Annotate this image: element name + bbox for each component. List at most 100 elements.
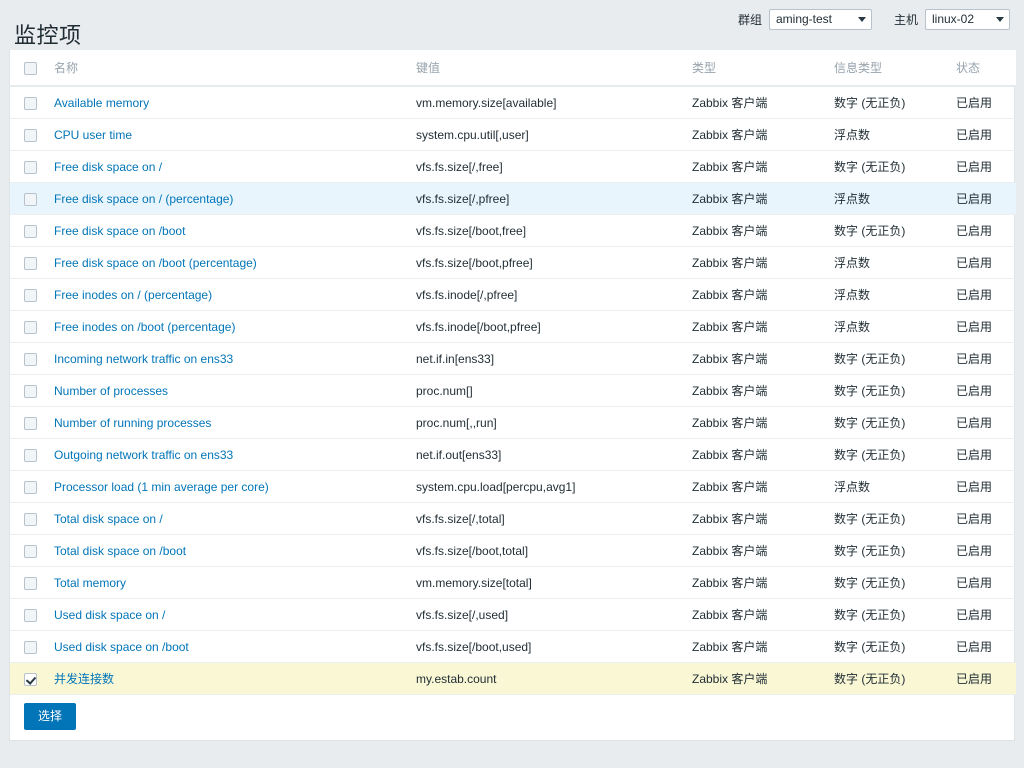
items-table-body: Available memory vm.memory.size[available… (10, 86, 1016, 695)
row-checkbox[interactable] (24, 224, 37, 238)
chevron-down-icon (857, 17, 866, 22)
row-select-cell (10, 310, 54, 343)
item-name-link[interactable]: Number of processes (54, 384, 168, 398)
item-name-link[interactable]: Free inodes on / (percentage) (54, 288, 212, 302)
item-name-link[interactable]: Outgoing network traffic on ens33 (54, 448, 233, 462)
item-type-cell: Zabbix 客户端 (692, 118, 834, 151)
table-row[interactable]: Free disk space on /boot (percentage) vfs… (10, 246, 1016, 279)
table-header-row: 名称 键值 类型 信息类型 状态 (10, 50, 1016, 87)
table-row[interactable]: Free inodes on /boot (percentage) vfs.fs.… (10, 310, 1016, 343)
item-name-link[interactable]: 并发连接数 (54, 672, 114, 686)
table-row[interactable]: Number of processes proc.num[] Zabbix 客户端数… (10, 374, 1016, 407)
item-name-cell: Number of processes (54, 374, 416, 407)
item-name-cell: Total memory (54, 566, 416, 599)
item-name-link[interactable]: Used disk space on / (54, 608, 165, 622)
table-row[interactable]: 并发连接数 my.estab.count Zabbix 客户端 数字 (无正负) 已启用 (10, 662, 1016, 695)
item-type-cell: Zabbix 客户端 (692, 662, 834, 695)
item-key-cell: vm.memory.size[available] (416, 86, 692, 119)
group-select[interactable]: aming-test (768, 9, 872, 30)
table-row[interactable]: Number of running processes proc.num[,,ru… (10, 406, 1016, 439)
item-name-link[interactable]: Free disk space on /boot (54, 224, 185, 238)
row-select-cell (10, 502, 54, 535)
item-status-cell: 已启用 (956, 598, 1016, 631)
item-type-cell: Zabbix 客户端 (692, 246, 834, 279)
select-all-checkbox[interactable] (24, 61, 37, 75)
table-row[interactable]: Used disk space on / vfs.fs.size[/,used] Z… (10, 598, 1016, 631)
row-checkbox[interactable] (24, 96, 37, 110)
row-select-cell (10, 150, 54, 183)
row-checkbox[interactable] (24, 160, 37, 174)
item-name-link[interactable]: Free inodes on /boot (percentage) (54, 320, 235, 334)
row-checkbox[interactable] (24, 320, 37, 334)
item-name-link[interactable]: Free disk space on / (percentage) (54, 192, 233, 206)
item-name-link[interactable]: CPU user time (54, 128, 132, 142)
table-row[interactable]: Total disk space on /boot vfs.fs.size[/bo… (10, 534, 1016, 567)
item-name-link[interactable]: Number of running processes (54, 416, 211, 430)
item-name-link[interactable]: Total disk space on / (54, 512, 163, 526)
table-row[interactable]: CPU user time system.cpu.util[,user] Zabbi… (10, 118, 1016, 151)
select-all-header (10, 50, 54, 87)
table-row[interactable]: Used disk space on /boot vfs.fs.size[/boo… (10, 630, 1016, 663)
row-select-cell (10, 214, 54, 247)
item-name-cell: Free disk space on /boot (54, 214, 416, 247)
item-key-cell: vfs.fs.size[/,free] (416, 150, 692, 183)
item-type-cell: Zabbix 客户端 (692, 214, 834, 247)
item-name-link[interactable]: Available memory (54, 96, 149, 110)
item-status-cell: 已启用 (956, 374, 1016, 407)
item-key-cell: system.cpu.load[percpu,avg1] (416, 470, 692, 503)
row-select-cell (10, 86, 54, 119)
table-row[interactable]: Free disk space on / (percentage) vfs.fs.… (10, 182, 1016, 215)
item-name-link[interactable]: Processor load (1 min average per core) (54, 480, 269, 494)
host-select[interactable]: linux-02 (925, 9, 1010, 30)
column-header-name[interactable]: 名称 (54, 50, 416, 87)
table-row[interactable]: Free disk space on / vfs.fs.size[/,free] Z… (10, 150, 1016, 183)
row-checkbox[interactable] (24, 544, 37, 558)
column-header-info-type[interactable]: 信息类型 (834, 50, 956, 87)
host-select-value: linux-02 (932, 12, 975, 26)
row-checkbox[interactable] (24, 128, 37, 142)
row-checkbox[interactable] (24, 608, 37, 622)
item-status-cell: 已启用 (956, 566, 1016, 599)
table-row[interactable]: Incoming network traffic on ens33 net.if.… (10, 342, 1016, 375)
table-row[interactable]: Available memory vm.memory.size[available… (10, 86, 1016, 119)
table-row[interactable]: Free inodes on / (percentage) vfs.fs.inod… (10, 278, 1016, 311)
item-type-cell: Zabbix 客户端 (692, 182, 834, 215)
table-row[interactable]: Total memory vm.memory.size[total] Zabbix … (10, 566, 1016, 599)
item-status-cell: 已启用 (956, 278, 1016, 311)
item-name-link[interactable]: Total disk space on /boot (54, 544, 186, 558)
select-button[interactable]: 选择 (24, 703, 77, 730)
row-checkbox[interactable] (24, 416, 37, 430)
row-select-cell (10, 118, 54, 151)
row-checkbox[interactable] (24, 352, 37, 366)
table-row[interactable]: Free disk space on /boot vfs.fs.size[/boo… (10, 214, 1016, 247)
item-name-link[interactable]: Free disk space on / (54, 160, 162, 174)
item-status-cell: 已启用 (956, 86, 1016, 119)
column-header-key[interactable]: 键值 (416, 50, 692, 87)
item-key-cell: vm.memory.size[total] (416, 566, 692, 599)
item-name-link[interactable]: Incoming network traffic on ens33 (54, 352, 233, 366)
row-checkbox[interactable] (24, 640, 37, 654)
row-checkbox[interactable] (24, 448, 37, 462)
row-checkbox[interactable] (24, 384, 37, 398)
table-row[interactable]: Outgoing network traffic on ens33 net.if.… (10, 438, 1016, 471)
item-info-type-cell: 浮点数 (834, 310, 956, 343)
item-name-link[interactable]: Free disk space on /boot (percentage) (54, 256, 257, 270)
row-checkbox[interactable] (24, 256, 37, 270)
items-table-head: 名称 键值 类型 信息类型 状态 (10, 50, 1016, 87)
item-name-link[interactable]: Total memory (54, 576, 126, 590)
column-header-status[interactable]: 状态 (956, 50, 1016, 87)
row-checkbox[interactable] (24, 192, 37, 206)
row-checkbox[interactable] (24, 288, 37, 302)
row-checkbox[interactable] (24, 576, 37, 590)
item-name-cell: Free disk space on / (percentage) (54, 182, 416, 215)
row-checkbox[interactable] (24, 512, 37, 526)
row-checkbox[interactable] (24, 672, 37, 686)
item-status-cell: 已启用 (956, 438, 1016, 471)
item-name-link[interactable]: Used disk space on /boot (54, 640, 189, 654)
table-row[interactable]: Processor load (1 min average per core) s… (10, 470, 1016, 503)
table-row[interactable]: Total disk space on / vfs.fs.size[/,total… (10, 502, 1016, 535)
item-key-cell: vfs.fs.size[/boot,pfree] (416, 246, 692, 279)
column-header-type[interactable]: 类型 (692, 50, 834, 87)
item-type-cell: Zabbix 客户端 (692, 342, 834, 375)
row-checkbox[interactable] (24, 480, 37, 494)
